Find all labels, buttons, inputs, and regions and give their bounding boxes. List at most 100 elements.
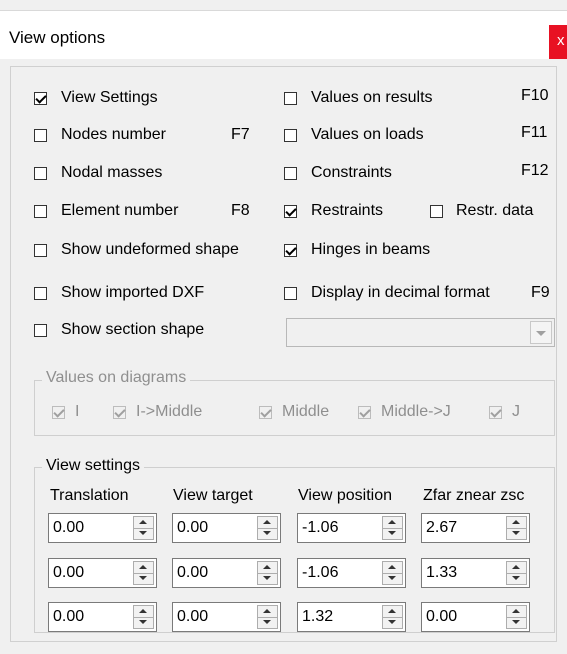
checkbox-label: Nodal masses: [61, 164, 163, 181]
spin-buttons[interactable]: [506, 516, 527, 540]
view-position-y-spinbox[interactable]: -1.06: [297, 558, 406, 588]
diagram-i-middle-checkbox[interactable]: I->Middle: [113, 402, 202, 422]
spin-buttons[interactable]: [257, 561, 278, 585]
spinbox-value[interactable]: -1.06: [302, 564, 338, 582]
section-shape-combo[interactable]: [286, 318, 555, 347]
checkbox-box[interactable]: [284, 243, 297, 257]
spin-down-icon[interactable]: [507, 528, 526, 539]
spinbox-value[interactable]: 0.00: [53, 608, 84, 626]
spinbox-value[interactable]: 0.00: [53, 519, 84, 537]
restraints-checkbox[interactable]: Restraints: [284, 201, 383, 221]
view-position-x-spinbox[interactable]: -1.06: [297, 513, 406, 543]
checkbox-box[interactable]: [430, 204, 443, 218]
view-position-z-spinbox[interactable]: 1.32: [297, 602, 406, 632]
show-section-shape-checkbox[interactable]: Show section shape: [34, 320, 204, 340]
values-on-results-checkbox[interactable]: Values on results: [284, 88, 433, 108]
spinbox-value[interactable]: 0.00: [53, 564, 84, 582]
spin-down-icon[interactable]: [383, 573, 402, 584]
zfar-spinbox[interactable]: 2.67: [421, 513, 530, 543]
spin-down-icon[interactable]: [134, 617, 153, 628]
show-imported-dxf-checkbox[interactable]: Show imported DXF: [34, 283, 204, 303]
view-target-y-spinbox[interactable]: 0.00: [172, 558, 281, 588]
diagram-j-checkbox[interactable]: J: [489, 402, 520, 422]
checkbox-box[interactable]: [259, 405, 272, 419]
checkbox-box[interactable]: [284, 166, 297, 180]
spin-down-icon[interactable]: [383, 617, 402, 628]
constraints-checkbox[interactable]: Constraints: [284, 163, 392, 183]
zsc-spinbox[interactable]: 0.00: [421, 602, 530, 632]
spin-down-icon[interactable]: [383, 528, 402, 539]
spin-buttons[interactable]: [257, 605, 278, 629]
spin-down-icon[interactable]: [507, 617, 526, 628]
checkbox-box[interactable]: [34, 166, 47, 180]
show-undeformed-shape-checkbox[interactable]: Show undeformed shape: [34, 240, 239, 260]
spin-buttons[interactable]: [382, 561, 403, 585]
diagram-middle-j-checkbox[interactable]: Middle->J: [358, 402, 451, 422]
view-target-z-spinbox[interactable]: 0.00: [172, 602, 281, 632]
spin-buttons[interactable]: [506, 605, 527, 629]
spin-down-icon[interactable]: [507, 573, 526, 584]
znear-spinbox[interactable]: 1.33: [421, 558, 530, 588]
view-settings-checkbox[interactable]: View Settings: [34, 88, 158, 108]
diagram-middle-checkbox[interactable]: Middle: [259, 402, 329, 422]
checkbox-box[interactable]: [34, 204, 47, 218]
spin-buttons[interactable]: [257, 516, 278, 540]
values-on-loads-checkbox[interactable]: Values on loads: [284, 125, 424, 145]
checkbox-label: I: [75, 403, 80, 420]
checkbox-box[interactable]: [52, 405, 65, 419]
checkbox-box[interactable]: [34, 323, 47, 337]
checkbox-box[interactable]: [113, 405, 126, 419]
checkbox-box[interactable]: [358, 405, 371, 419]
spinbox-value[interactable]: 2.67: [426, 519, 457, 537]
spin-buttons[interactable]: [382, 605, 403, 629]
spin-down-icon[interactable]: [258, 617, 277, 628]
nodal-masses-checkbox[interactable]: Nodal masses: [34, 163, 162, 183]
checkbox-label: Middle->J: [381, 403, 451, 420]
checkbox-box[interactable]: [284, 128, 297, 142]
title-bar: View options x: [0, 10, 567, 59]
nodes-number-checkbox[interactable]: Nodes number: [34, 125, 166, 145]
spinbox-value[interactable]: 0.00: [177, 608, 208, 626]
spinbox-value[interactable]: 0.00: [177, 519, 208, 537]
display-decimal-format-checkbox[interactable]: Display in decimal format: [284, 283, 490, 303]
spinbox-value[interactable]: 0.00: [177, 564, 208, 582]
translation-x-spinbox[interactable]: 0.00: [48, 513, 157, 543]
spin-buttons[interactable]: [506, 561, 527, 585]
checkbox-box[interactable]: [284, 91, 297, 105]
restr-data-checkbox[interactable]: Restr. data: [430, 201, 533, 221]
diagram-i-checkbox[interactable]: I: [52, 402, 79, 422]
checkbox-box[interactable]: [34, 243, 47, 257]
spin-down-icon[interactable]: [134, 573, 153, 584]
spinbox-value[interactable]: 0.00: [426, 608, 457, 626]
shortcut-key-f11: F11: [521, 124, 548, 141]
hinges-in-beams-checkbox[interactable]: Hinges in beams: [284, 240, 430, 260]
spin-down-icon[interactable]: [258, 528, 277, 539]
checkbox-box[interactable]: [34, 286, 47, 300]
element-number-checkbox[interactable]: Element number: [34, 201, 178, 221]
spin-buttons[interactable]: [133, 561, 154, 585]
spinbox-value[interactable]: -1.06: [302, 519, 338, 537]
spin-buttons[interactable]: [133, 605, 154, 629]
view-target-x-spinbox[interactable]: 0.00: [172, 513, 281, 543]
checkbox-box[interactable]: [34, 128, 47, 142]
spin-buttons[interactable]: [382, 516, 403, 540]
spinbox-value[interactable]: 1.33: [426, 564, 457, 582]
column-header-view-position: View position: [298, 487, 392, 504]
translation-y-spinbox[interactable]: 0.00: [48, 558, 157, 588]
spin-buttons[interactable]: [133, 516, 154, 540]
checkbox-box[interactable]: [284, 204, 297, 218]
spinbox-value[interactable]: 1.32: [302, 608, 333, 626]
column-header-translation: Translation: [50, 487, 129, 504]
checkbox-box[interactable]: [284, 286, 297, 300]
translation-z-spinbox[interactable]: 0.00: [48, 602, 157, 632]
checkbox-box[interactable]: [489, 405, 502, 419]
checkbox-label: Nodes number: [61, 126, 166, 143]
checkbox-label: Display in decimal format: [311, 284, 490, 301]
checkbox-label: Hinges in beams: [311, 241, 431, 258]
spin-down-icon[interactable]: [134, 528, 153, 539]
close-button[interactable]: x: [549, 25, 567, 59]
checkbox-box[interactable]: [34, 91, 47, 105]
chevron-down-icon[interactable]: [530, 321, 552, 344]
spin-down-icon[interactable]: [258, 573, 277, 584]
checkbox-label: View Settings: [61, 89, 158, 106]
